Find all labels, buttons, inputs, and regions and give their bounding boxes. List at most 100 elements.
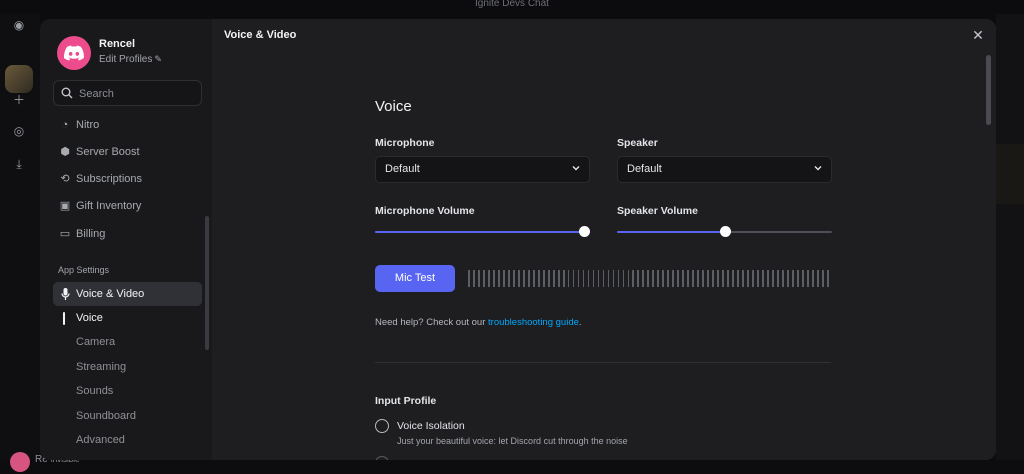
sub-item-advanced[interactable]: Advanced [76, 430, 125, 450]
meter-bar [801, 270, 804, 287]
sidebar-item-server-boost[interactable]: ⬢ Server Boost [53, 140, 202, 164]
sidebar-item-label: Gift Inventory [76, 200, 142, 212]
meter-bar [592, 270, 595, 287]
meter-bar [791, 270, 794, 287]
meter-bar [612, 270, 615, 287]
sidebar-item-subscriptions[interactable]: ⟲ Subscriptions [53, 167, 202, 191]
voice-isolation-label[interactable]: Voice Isolation [397, 420, 465, 432]
slider-fill [375, 231, 584, 233]
sidebar-item-gift-inventory[interactable]: ▣ Gift Inventory [53, 194, 202, 218]
meter-bar [777, 270, 779, 287]
speaker-select[interactable]: Default [617, 156, 832, 183]
app-settings-header: App Settings [58, 265, 110, 275]
section-divider [375, 362, 831, 363]
meter-bar [677, 270, 680, 287]
meter-bar [762, 270, 764, 287]
sidebar-scrollbar[interactable] [205, 216, 209, 350]
meter-bar [826, 270, 829, 287]
slider-thumb[interactable] [578, 226, 590, 237]
meter-bar [527, 270, 530, 287]
input-profile-heading: Input Profile [375, 395, 437, 407]
sub-item-camera[interactable]: Camera [76, 332, 115, 352]
background-bottom-bar [0, 460, 1024, 474]
search-icon [61, 87, 73, 99]
speaker-volume-slider[interactable] [617, 226, 832, 238]
profile-avatar[interactable] [57, 36, 91, 70]
sidebar-item-label: Billing [76, 228, 106, 240]
close-button[interactable]: ✕ [970, 27, 986, 43]
meter-bar [472, 270, 475, 287]
help-text: Need help? Check out our troubleshooting… [375, 317, 582, 328]
meter-bar [757, 270, 759, 287]
boost-icon: ⬢ [60, 146, 70, 158]
meter-bar [737, 270, 739, 287]
settings-search[interactable] [53, 80, 202, 106]
profile-name: Rencel [99, 38, 136, 50]
sub-item-voice[interactable]: Voice [76, 308, 103, 328]
user-avatar[interactable] [10, 452, 30, 472]
edit-profiles-link[interactable]: Edit Profiles ✎ [99, 54, 162, 65]
meter-bar [627, 270, 630, 287]
sidebar-item-billing[interactable]: ▭ Billing [53, 222, 202, 246]
meter-bar [747, 270, 749, 287]
explore-icon[interactable]: ◎ [10, 122, 28, 140]
microphone-volume-slider[interactable] [375, 226, 590, 238]
discord-logo-icon [64, 45, 84, 61]
meter-bar [767, 270, 769, 287]
meter-bar [567, 270, 570, 287]
sidebar-item-label: Voice & Video [76, 288, 145, 300]
meter-bar [662, 270, 665, 287]
search-input[interactable] [79, 85, 197, 102]
meter-bar [497, 270, 500, 287]
slider-thumb[interactable] [719, 226, 731, 237]
speaker-volume-label: Speaker Volume [617, 205, 698, 217]
microphone-label: Microphone [375, 137, 435, 149]
meter-bar [742, 270, 744, 287]
sub-item-streaming[interactable]: Streaming [76, 357, 126, 377]
server-icon[interactable] [5, 65, 33, 93]
microphone-select-value: Default [385, 163, 420, 175]
sidebar-item-voice-video[interactable]: Voice & Video [53, 282, 202, 306]
subscriptions-icon: ⟲ [60, 173, 70, 185]
microphone-select[interactable]: Default [375, 156, 590, 183]
active-sub-indicator [63, 312, 65, 325]
meter-bar [542, 270, 545, 287]
meter-bar [772, 270, 774, 287]
sidebar-item-nitro[interactable]: ◔ Nitro [53, 113, 202, 137]
mic-test-button[interactable]: Mic Test [375, 265, 455, 292]
settings-modal: Rencel Edit Profiles✎ ◔ Nitro ⬢ Server Boo… [40, 19, 996, 460]
meter-bar [507, 270, 510, 287]
troubleshooting-guide-link[interactable]: troubleshooting guide [488, 317, 579, 328]
sub-item-sounds[interactable]: Sounds [76, 381, 113, 401]
meter-bar [712, 270, 715, 287]
gift-icon: ▣ [59, 200, 71, 212]
meter-bar [477, 270, 480, 287]
chevron-down-icon [572, 166, 580, 171]
page-title: Voice & Video [224, 29, 297, 41]
sub-item-soundboard[interactable]: Soundboard [76, 406, 136, 426]
next-option-radio[interactable] [375, 456, 389, 460]
add-server-icon[interactable]: ＋ [10, 91, 28, 109]
meter-bar [702, 270, 705, 287]
meter-bar [657, 270, 660, 287]
meter-bar [722, 270, 724, 287]
meter-bar [502, 270, 505, 287]
help-suffix: . [578, 317, 582, 328]
settings-sidebar: Rencel Edit Profiles✎ ◔ Nitro ⬢ Server Boo… [40, 19, 212, 460]
chevron-down-icon [814, 166, 822, 171]
meter-bar [522, 270, 525, 287]
sidebar-item-label: Server Boost [76, 146, 140, 158]
meter-bar [752, 270, 754, 287]
meter-bar [562, 270, 565, 287]
slider-fill [617, 231, 725, 233]
pencil-icon: ✎ [154, 54, 162, 64]
meter-bar [782, 270, 784, 287]
voice-isolation-radio[interactable] [375, 419, 389, 433]
discord-home-icon[interactable]: ◉ [10, 16, 28, 34]
content-scrollbar[interactable] [986, 55, 991, 125]
meter-bar [787, 270, 789, 287]
meter-bar [682, 270, 685, 287]
download-icon[interactable]: ⤓ [10, 155, 28, 173]
microphone-volume-label: Microphone Volume [375, 205, 475, 217]
voice-isolation-description: Just your beautiful voice: let Discord c… [397, 436, 628, 446]
